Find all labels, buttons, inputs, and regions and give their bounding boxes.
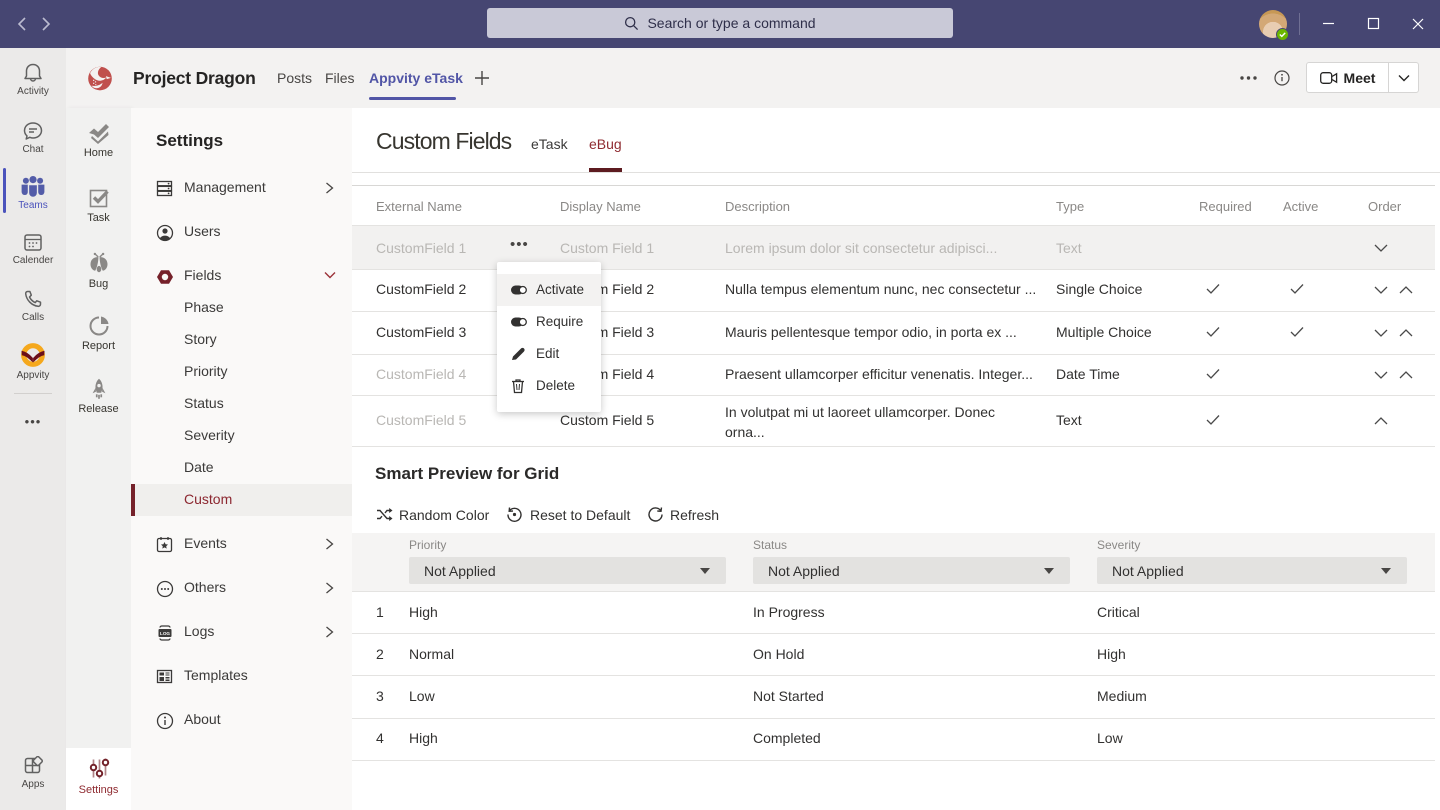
svg-text:LOG: LOG <box>160 631 170 636</box>
